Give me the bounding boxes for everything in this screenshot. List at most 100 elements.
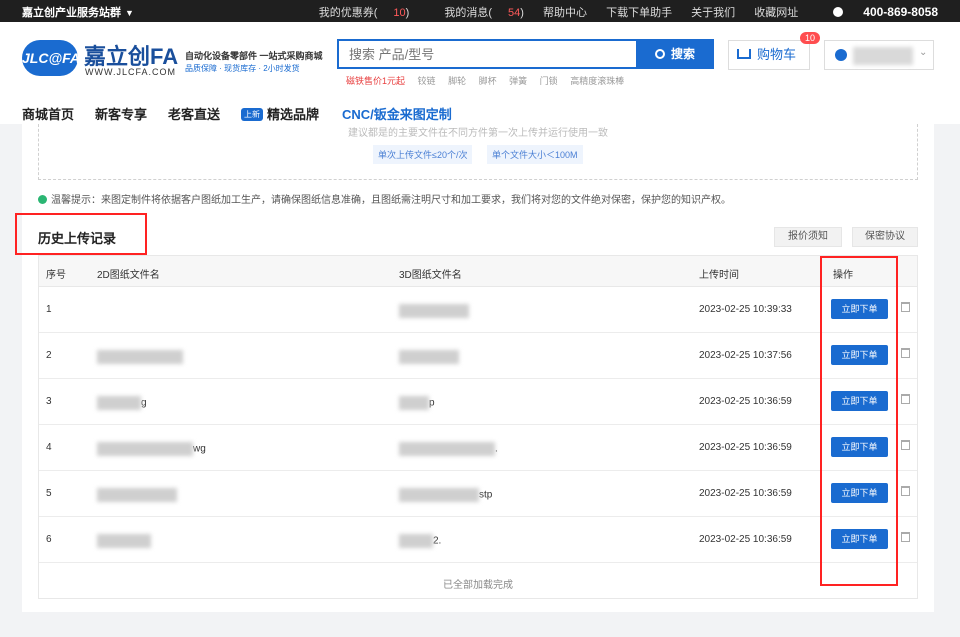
trash-icon[interactable]: [901, 348, 910, 358]
file-3d-suffix: .: [495, 443, 498, 455]
hint-magnet[interactable]: 磁铁售价1元起: [346, 76, 405, 86]
privacy-agreement-button[interactable]: 保密协议: [852, 227, 918, 247]
file-2d-name[interactable]: [97, 488, 177, 502]
upload-time: 2023-02-25 10:36:59: [699, 396, 792, 407]
col-index: 序号: [46, 270, 66, 281]
trash-icon[interactable]: [901, 394, 910, 404]
search-input[interactable]: [339, 41, 637, 67]
file-2d-suffix: wg: [193, 443, 206, 455]
bookmark-link[interactable]: 收藏网址: [754, 7, 798, 19]
download-assistant-link[interactable]: 下载下单助手: [606, 7, 672, 19]
search-box: [337, 39, 637, 69]
nav-brands-label: 精选品牌: [267, 107, 320, 122]
row-index: 5: [46, 488, 52, 499]
row-index: 6: [46, 534, 52, 545]
quote-notice-button[interactable]: 报价须知: [774, 227, 842, 247]
cart-count-badge: 10: [800, 32, 821, 44]
file-3d-name[interactable]: 2.: [399, 534, 441, 548]
logo-badge[interactable]: JLC@FA: [22, 40, 80, 76]
messages-count: 54: [508, 7, 521, 19]
trash-icon[interactable]: [901, 486, 910, 496]
file-2d-name[interactable]: wg: [97, 442, 206, 456]
site-group-label: 嘉立创产业服务站群: [22, 7, 121, 19]
table-row: 1 2023-02-25 10:39:33 立即下单: [39, 287, 917, 333]
file-3d-name[interactable]: [399, 350, 459, 364]
tip-text: 温馨提示：来图定制件将依据客户图纸加工生产，请确保图纸信息准确，且图纸需注明尺寸…: [51, 195, 731, 206]
help-center-link[interactable]: 帮助中心: [543, 7, 587, 19]
upload-time: 2023-02-25 10:36:59: [699, 534, 792, 545]
upload-time: 2023-02-25 10:39:33: [699, 304, 792, 315]
upload-time: 2023-02-25 10:36:59: [699, 488, 792, 499]
file-3d-name[interactable]: .: [399, 442, 498, 456]
file-2d-name[interactable]: [97, 534, 151, 548]
trash-icon[interactable]: [901, 532, 910, 542]
cart-button[interactable]: 购物车: [728, 40, 810, 70]
row-index: 3: [46, 396, 52, 407]
chevron-down-icon: ▼: [125, 8, 134, 18]
hint-ballscrew[interactable]: 高精度滚珠棒: [570, 76, 624, 86]
nav-brands[interactable]: 上新 精选品牌: [241, 104, 319, 123]
content-panel: 建议都是的主要文件在不同方件第一次上传并运行使用一致 单次上传文件≤20个/次 …: [15, 124, 934, 612]
user-menu[interactable]: ⌄: [824, 40, 934, 70]
search-button-label: 搜索: [670, 47, 695, 61]
file-3d-suffix: p: [429, 397, 435, 409]
cart-icon: [737, 49, 751, 59]
cart-label: 购物车: [757, 47, 797, 62]
messages-label: 我的消息: [444, 7, 489, 19]
file-2d-name[interactable]: g: [97, 396, 147, 410]
table-row: 6 2. 2023-02-25 10:36:59 立即下单: [39, 517, 917, 563]
user-icon: [835, 49, 847, 61]
top-bar: 嘉立创产业服务站群 ▼ 我的优惠券(10) 我的消息(54) 帮助中心 下载下单助…: [0, 0, 960, 22]
row-index: 2: [46, 350, 52, 361]
history-table: 序号 2D图纸文件名 3D图纸文件名 上传时间 操作 1 2023-02-25 …: [38, 255, 918, 599]
phone-icon: [833, 7, 844, 17]
table-row: 5 stp 2023-02-25 10:36:59 立即下单: [39, 471, 917, 517]
nav-old-customer[interactable]: 老客直送: [168, 104, 220, 123]
hotline: 400-869-8058: [817, 5, 938, 19]
slogan-secondary: 品质保障 · 现货库存 · 2小时发货: [185, 64, 300, 73]
search-button[interactable]: 搜索: [636, 39, 714, 69]
col-2d-file: 2D图纸文件名: [97, 270, 160, 281]
site-group-dropdown[interactable]: 嘉立创产业服务站群 ▼: [22, 4, 134, 20]
file-3d-suffix: 2.: [433, 535, 442, 547]
file-3d-name[interactable]: stp: [399, 488, 492, 502]
file-2d-suffix: g: [141, 397, 147, 409]
slogan-primary: 自动化设备零部件 一站式采购商城: [185, 51, 323, 61]
nav-cnc[interactable]: CNC/钣金来图定制: [342, 104, 452, 123]
hint-caster[interactable]: 脚轮: [448, 76, 466, 86]
file-3d-name[interactable]: p: [399, 396, 435, 410]
hotline-number: 400-869-8058: [863, 5, 938, 19]
header: JLC@FA 嘉立创FA WWW.JLCFA.COM 自动化设备零部件 一站式采…: [0, 22, 960, 100]
coupons-count: 10: [393, 7, 406, 19]
hint-lock[interactable]: 门锁: [540, 76, 558, 86]
file-3d-name[interactable]: [399, 304, 469, 318]
hint-foot[interactable]: 脚杯: [479, 76, 497, 86]
upload-limit-size: 单个文件大小＜100M: [487, 145, 583, 164]
logo-url: WWW.JLCFA.COM: [85, 67, 176, 77]
highlight-box-title: [15, 213, 147, 255]
top-links: 我的优惠券(10) 我的消息(54) 帮助中心 下载下单助手 关于我们 收藏网址…: [287, 4, 938, 20]
my-coupons-link[interactable]: 我的优惠券(10): [303, 7, 410, 19]
nav-new-customer[interactable]: 新客专享: [95, 104, 147, 123]
shield-icon: [38, 195, 47, 204]
upload-area[interactable]: 建议都是的主要文件在不同方件第一次上传并运行使用一致 单次上传文件≤20个/次 …: [38, 124, 918, 180]
trash-icon[interactable]: [901, 302, 910, 312]
upload-time: 2023-02-25 10:37:56: [699, 350, 792, 361]
nav-home[interactable]: 商城首页: [22, 104, 74, 123]
col-upload-time: 上传时间: [699, 270, 739, 281]
new-tag: 上新: [241, 108, 263, 121]
about-us-link[interactable]: 关于我们: [691, 7, 735, 19]
table-header: 序号 2D图纸文件名 3D图纸文件名 上传时间 操作: [39, 256, 917, 287]
hint-spring[interactable]: 弹簧: [509, 76, 527, 86]
table-row: 4 wg . 2023-02-25 10:36:59 立即下单: [39, 425, 917, 471]
hint-hinge[interactable]: 铰链: [418, 76, 436, 86]
table-row: 3 g p 2023-02-25 10:36:59 立即下单: [39, 379, 917, 425]
my-messages-link[interactable]: 我的消息(54): [428, 7, 524, 19]
file-2d-name[interactable]: [97, 350, 183, 364]
table-row: 2 2023-02-25 10:37:56 立即下单: [39, 333, 917, 379]
search-icon: [654, 49, 665, 59]
chevron-down-icon: ⌄: [919, 47, 928, 58]
upload-time: 2023-02-25 10:36:59: [699, 442, 792, 453]
trash-icon[interactable]: [901, 440, 910, 450]
username-redacted: [853, 47, 913, 65]
